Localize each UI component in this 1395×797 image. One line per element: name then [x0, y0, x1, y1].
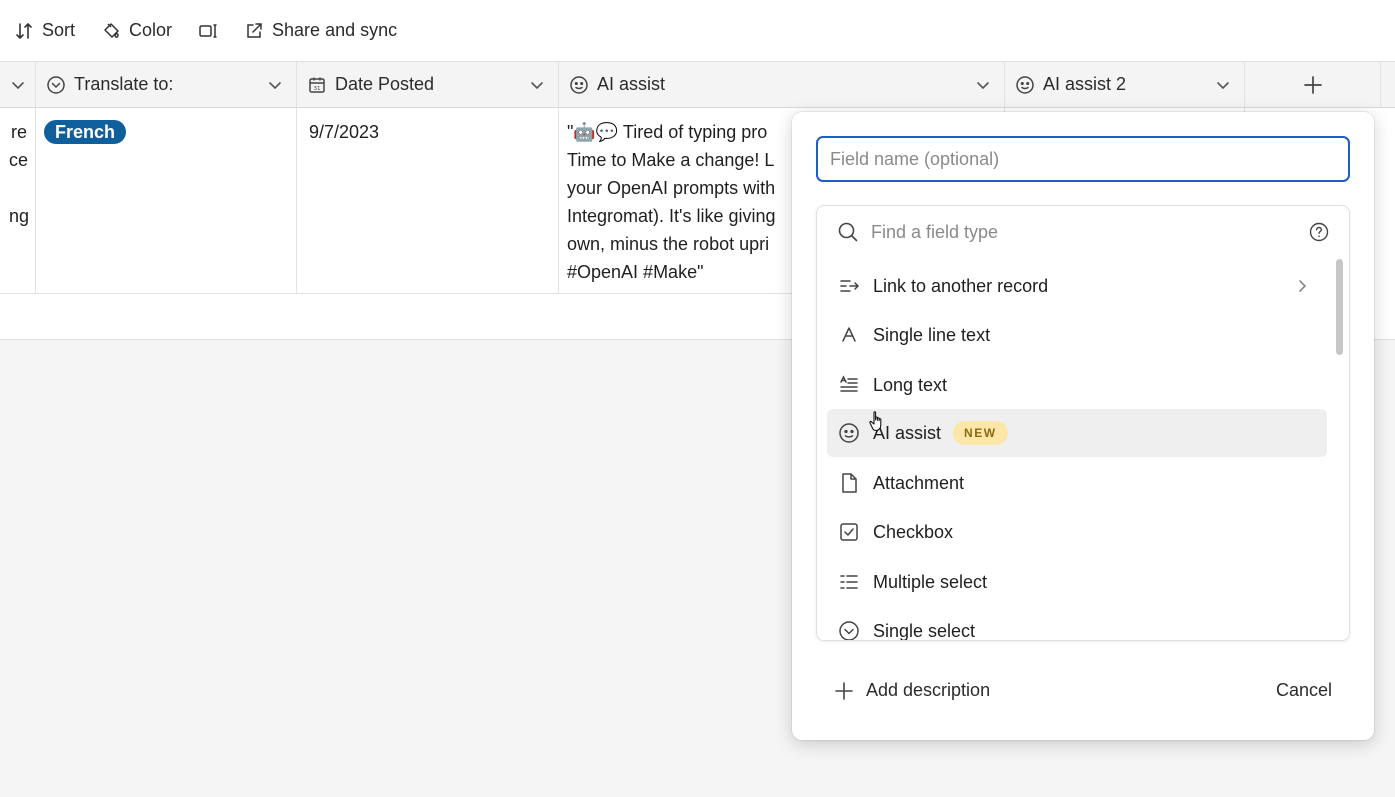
cell-text-line: re	[10, 122, 27, 142]
chevron-down-icon[interactable]	[528, 76, 546, 94]
column-title: AI assist	[597, 74, 666, 94]
scrollbar[interactable]	[1336, 259, 1343, 355]
external-share-icon	[247, 22, 262, 38]
cell-text-line: ng	[9, 206, 30, 226]
field-type-long-text[interactable]: Long text	[827, 361, 1327, 409]
color-label: Color	[129, 20, 173, 40]
column-header-ai-assist[interactable]: AI assist	[559, 62, 1005, 108]
plus-icon	[1303, 75, 1322, 94]
field-type-single-select[interactable]: Single select	[827, 607, 1327, 641]
cell-text-line: ce	[9, 150, 29, 170]
sort-button[interactable]: Sort	[14, 13, 75, 49]
help-icon[interactable]	[1309, 222, 1329, 242]
field-type-list: Link to another record Single line text …	[816, 205, 1350, 641]
link-record-icon	[840, 280, 860, 292]
find-field-type-input[interactable]	[871, 221, 1291, 243]
ai-assist-icon	[839, 423, 859, 443]
cell-partial[interactable]: re ce ng	[0, 108, 36, 294]
header-filler	[1381, 62, 1395, 108]
column-title: Date Posted	[335, 74, 435, 94]
cell-date-posted[interactable]: 9/7/2023	[297, 108, 559, 294]
ai-assist-icon	[1016, 75, 1034, 94]
column-title: AI assist 2	[1043, 74, 1127, 94]
plus-icon	[835, 681, 853, 700]
chevron-down-icon[interactable]	[1214, 76, 1232, 94]
select-option-pill: French	[44, 120, 127, 144]
field-type-single-line-text[interactable]: Single line text	[827, 311, 1327, 359]
field-type-label: Single select	[873, 620, 976, 641]
field-type-search	[817, 206, 1349, 258]
share-label: Share and sync	[272, 20, 398, 40]
single-line-text-icon	[842, 327, 856, 342]
view-toolbar: Sort Color Share and sync	[0, 0, 1395, 62]
popup-footer: Add description Cancel	[792, 664, 1374, 720]
column-header-date-posted[interactable]: 31 Date Posted	[297, 62, 559, 108]
date-value: 9/7/2023	[309, 122, 380, 142]
sort-icon	[16, 22, 32, 39]
field-type-checkbox[interactable]: Checkbox	[827, 508, 1327, 556]
hand-cursor-icon	[869, 411, 882, 432]
cancel-button[interactable]: Cancel	[1276, 680, 1332, 701]
column-title: Translate to:	[74, 74, 174, 94]
multiple-select-icon	[840, 575, 858, 589]
column-header-ai-assist-2[interactable]: AI assist 2	[1005, 62, 1245, 108]
add-description-label: Add description	[866, 680, 991, 700]
row-height-icon	[199, 23, 217, 38]
field-name-input[interactable]	[816, 136, 1350, 182]
field-type-label: Attachment	[873, 472, 965, 493]
field-type-attachment[interactable]: Attachment	[827, 459, 1327, 507]
row-height-button[interactable]	[198, 13, 218, 49]
paint-bucket-icon	[104, 22, 119, 38]
new-badge: NEW	[953, 421, 1008, 445]
field-type-label: Multiple select	[873, 571, 988, 592]
cell-text-line	[9, 174, 27, 202]
search-icon	[838, 222, 858, 242]
column-header-translate[interactable]: Translate to:	[36, 62, 297, 108]
long-text-icon	[840, 375, 858, 392]
add-field-button[interactable]	[1245, 62, 1381, 108]
chevron-right-icon	[1299, 280, 1307, 292]
chevron-down-icon[interactable]	[266, 76, 284, 94]
ai-assist-icon	[570, 75, 588, 94]
attachment-icon	[842, 473, 857, 493]
svg-text:31: 31	[314, 86, 321, 92]
cell-translate[interactable]: French	[36, 108, 297, 294]
share-and-sync-button[interactable]: Share and sync	[244, 13, 397, 49]
field-type-label: Long text	[873, 374, 948, 395]
checkbox-icon	[840, 523, 858, 541]
field-type-label: Checkbox	[873, 521, 954, 542]
single-select-icon	[47, 75, 65, 94]
add-description-button[interactable]: Add description	[834, 680, 990, 701]
field-type-multiple-select[interactable]: Multiple select	[827, 558, 1327, 606]
field-type-link-to-another-record[interactable]: Link to another record	[827, 262, 1327, 310]
color-button[interactable]: Color	[101, 13, 172, 49]
field-type-label: Single line text	[873, 324, 991, 345]
sort-label: Sort	[42, 20, 76, 40]
column-header-partial[interactable]	[0, 62, 36, 108]
field-type-label: Link to another record	[873, 275, 1049, 296]
chevron-down-icon[interactable]	[974, 76, 992, 94]
calendar-icon: 31	[309, 77, 325, 93]
chevron-down-icon[interactable]	[9, 76, 27, 94]
field-type-ai-assist[interactable]: AI assist NEW	[827, 409, 1327, 457]
single-select-icon	[839, 621, 859, 640]
